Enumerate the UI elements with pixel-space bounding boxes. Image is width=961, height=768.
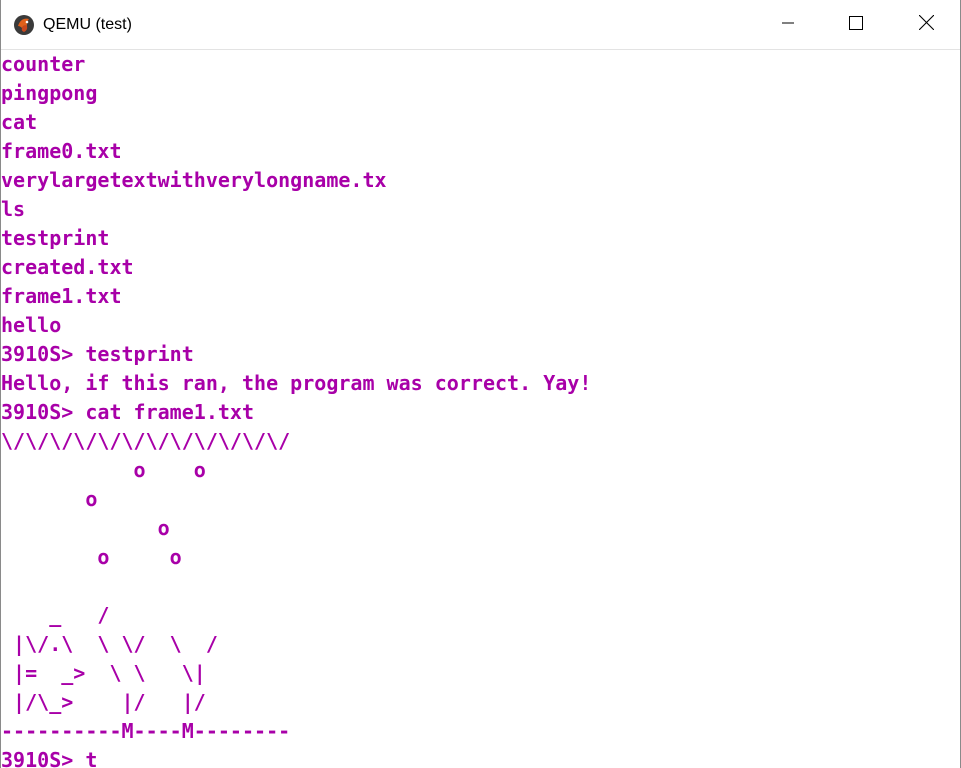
- terminal-line: o: [1, 516, 170, 540]
- close-button[interactable]: [903, 0, 949, 50]
- close-icon: [918, 14, 934, 35]
- maximize-icon: [849, 15, 863, 35]
- window-title: QEMU (test): [43, 16, 132, 33]
- maximize-button[interactable]: [833, 0, 879, 50]
- terminal-line: |= _> \ \ \|: [1, 661, 206, 685]
- minimize-button[interactable]: [765, 0, 811, 50]
- terminal-line: 3910S> cat frame1.txt: [1, 400, 255, 424]
- terminal-line: _ /: [1, 603, 110, 627]
- terminal-line: |/\_> |/ |/: [1, 690, 206, 714]
- terminal-line: \/\/\/\/\/\/\/\/\/\/\/\/: [1, 429, 291, 453]
- terminal-line: 3910S> testprint: [1, 342, 194, 366]
- minimize-icon: [782, 16, 794, 34]
- terminal-line: hello: [1, 313, 62, 337]
- qemu-window: QEMU (test) counter pingpong cat frame0.txt…: [0, 0, 961, 768]
- terminal-line: o: [1, 487, 98, 511]
- terminal-line: |\/.\ \ \/ \ /: [1, 632, 218, 656]
- terminal-line: frame0.txt: [1, 139, 122, 163]
- terminal-line: ----------M----M--------: [1, 719, 291, 743]
- qemu-logo-icon[interactable]: [13, 14, 35, 36]
- terminal-line: o o: [1, 545, 182, 569]
- terminal-line: 3910S> t: [1, 748, 98, 768]
- terminal-line: testprint: [1, 226, 110, 250]
- terminal-line: verylargetextwithverylongname.tx: [1, 168, 387, 192]
- terminal-line: frame1.txt: [1, 284, 122, 308]
- terminal-line: created.txt: [1, 255, 134, 279]
- terminal-line: cat: [1, 110, 38, 134]
- terminal-line: o o: [1, 458, 206, 482]
- terminal-line: Hello, if this ran, the program was corr…: [1, 371, 592, 395]
- terminal-screen[interactable]: counter pingpong cat frame0.txt verylargetex…: [1, 50, 960, 768]
- terminal-line: pingpong: [1, 81, 98, 105]
- terminal-line: counter: [1, 52, 86, 76]
- title-bar[interactable]: QEMU (test): [1, 0, 960, 50]
- terminal-line: ls: [1, 197, 26, 221]
